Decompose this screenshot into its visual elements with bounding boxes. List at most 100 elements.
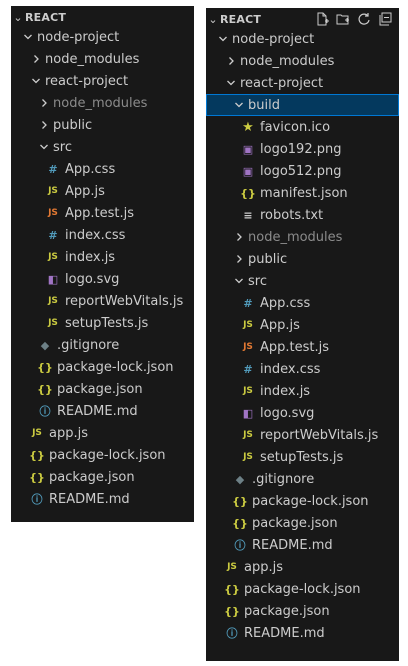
tree-file-row[interactable]: ★ favicon.ico — [206, 116, 399, 138]
tree-folder-row[interactable]: public — [206, 248, 399, 270]
tree-file-row[interactable]: {} package-lock.json — [206, 578, 399, 600]
chevron-right-icon[interactable] — [224, 56, 238, 66]
chevron-down-icon[interactable] — [232, 276, 246, 286]
javascript-file-icon: JS — [48, 296, 58, 306]
chevron-down-icon[interactable] — [37, 142, 51, 152]
tree-item-label: package-lock.json — [244, 581, 361, 597]
collapse-all-icon[interactable] — [377, 11, 393, 27]
section-title: REACT — [220, 12, 262, 26]
tree-file-row[interactable]: {} package-lock.json — [11, 444, 194, 466]
tree-file-row[interactable]: ⓘ README.md — [206, 622, 399, 644]
tree-item-label: node_modules — [45, 51, 140, 67]
tree-file-row[interactable]: {} package.json — [206, 512, 399, 534]
tree-item-label: node_modules — [53, 95, 148, 111]
explorer-section-header[interactable]: ⌄ REACT — [206, 8, 399, 30]
tree-file-row[interactable]: JS setupTests.js — [11, 312, 194, 334]
javascript-file-icon: JS — [32, 428, 42, 438]
tree-file-row[interactable]: JS reportWebVitals.js — [11, 290, 194, 312]
tree-folder-row[interactable]: src — [11, 136, 194, 158]
tree-file-row[interactable]: JS App.test.js — [206, 336, 399, 358]
tree-item-label: App.js — [260, 317, 300, 333]
tree-file-row[interactable]: # index.css — [11, 224, 194, 246]
tree-item-label: README.md — [49, 491, 130, 507]
tree-file-row[interactable]: ⓘ README.md — [11, 400, 194, 422]
css-file-icon: # — [243, 296, 253, 310]
tree-item-label: logo192.png — [260, 141, 342, 157]
tree-item-label: package.json — [57, 381, 143, 397]
tree-file-row[interactable]: JS App.test.js — [11, 202, 194, 224]
tree-folder-row[interactable]: node_modules — [206, 50, 399, 72]
tree-item-label: src — [248, 273, 267, 289]
chevron-down-icon[interactable] — [216, 34, 230, 44]
tree-item-label: logo.svg — [65, 271, 120, 287]
tree-folder-row[interactable]: node_modules — [11, 48, 194, 70]
chevron-down-icon[interactable] — [21, 32, 35, 42]
explorer-section-header[interactable]: ⌄ REACT — [11, 6, 194, 28]
explorer-panel-left: ⌄ REACT node-project node_modules react-pr… — [11, 6, 194, 522]
chevron-right-icon[interactable] — [37, 120, 51, 130]
tree-file-row[interactable]: JS App.js — [206, 314, 399, 336]
tree-file-row[interactable]: ▣ logo192.png — [206, 138, 399, 160]
tree-file-row[interactable]: # App.css — [206, 292, 399, 314]
tree-folder-row[interactable]: build — [206, 94, 399, 116]
tree-item-label: package-lock.json — [49, 447, 166, 463]
tree-file-row[interactable]: {} manifest.json — [206, 182, 399, 204]
chevron-right-icon[interactable] — [232, 232, 246, 242]
tree-file-row[interactable]: JS app.js — [11, 422, 194, 444]
tree-folder-row[interactable]: react-project — [206, 72, 399, 94]
tree-folder-row[interactable]: node-project — [11, 26, 194, 48]
refresh-icon[interactable] — [356, 11, 372, 27]
json-file-icon: {} — [232, 494, 248, 508]
tree-item-label: README.md — [57, 403, 138, 419]
tree-file-row[interactable]: ⓘ README.md — [206, 534, 399, 556]
tree-file-row[interactable]: ◧ logo.svg — [206, 402, 399, 424]
chevron-down-icon[interactable] — [29, 76, 43, 86]
tree-folder-row[interactable]: public — [11, 114, 194, 136]
new-folder-icon[interactable] — [335, 11, 351, 27]
tree-item-label: README.md — [252, 537, 333, 553]
tree-item-label: build — [248, 97, 280, 113]
tree-file-row[interactable]: JS setupTests.js — [206, 446, 399, 468]
tree-file-row[interactable]: JS index.js — [206, 380, 399, 402]
tree-file-row[interactable]: JS reportWebVitals.js — [206, 424, 399, 446]
tree-file-row[interactable]: ⓘ README.md — [11, 488, 194, 510]
tree-file-row[interactable]: JS app.js — [206, 556, 399, 578]
tree-item-label: app.js — [244, 559, 283, 575]
tree-item-label: favicon.ico — [260, 119, 331, 135]
tree-folder-row[interactable]: src — [206, 270, 399, 292]
json-file-icon: {} — [224, 582, 240, 596]
tree-folder-row[interactable]: react-project — [11, 70, 194, 92]
tree-folder-row[interactable]: node_modules — [11, 92, 194, 114]
tree-item-label: package-lock.json — [57, 359, 174, 375]
tree-file-row[interactable]: JS App.js — [11, 180, 194, 202]
tree-item-label: node-project — [37, 29, 120, 45]
tree-file-row[interactable]: ◆ .gitignore — [11, 334, 194, 356]
tree-file-row[interactable]: {} package-lock.json — [11, 356, 194, 378]
new-file-icon[interactable] — [314, 11, 330, 27]
tree-item-label: public — [248, 251, 288, 267]
tree-file-row[interactable]: {} package.json — [206, 600, 399, 622]
tree-file-row[interactable]: ◆ .gitignore — [206, 468, 399, 490]
chevron-right-icon[interactable] — [37, 98, 51, 108]
tree-item-label: App.js — [65, 183, 105, 199]
chevron-right-icon[interactable] — [232, 254, 246, 264]
tree-file-row[interactable]: {} package.json — [11, 466, 194, 488]
json-file-icon: {} — [224, 604, 240, 618]
tree-file-row[interactable]: {} package.json — [11, 378, 194, 400]
chevron-right-icon[interactable] — [29, 54, 43, 64]
git-file-icon: ◆ — [235, 472, 245, 486]
favicon-file-icon: ★ — [242, 119, 254, 135]
tree-file-row[interactable]: ◧ logo.svg — [11, 268, 194, 290]
chevron-down-icon[interactable] — [232, 100, 246, 110]
tree-folder-row[interactable]: node_modules — [206, 226, 399, 248]
chevron-down-icon[interactable] — [224, 78, 238, 88]
tree-folder-row[interactable]: node-project — [206, 28, 399, 50]
tree-file-row[interactable]: # App.css — [11, 158, 194, 180]
tree-file-row[interactable]: JS index.js — [11, 246, 194, 268]
tree-file-row[interactable]: {} package-lock.json — [206, 490, 399, 512]
json-file-icon: {} — [29, 470, 45, 484]
css-file-icon: # — [243, 362, 253, 376]
tree-file-row[interactable]: ≡ robots.txt — [206, 204, 399, 226]
tree-file-row[interactable]: ▣ logo512.png — [206, 160, 399, 182]
tree-file-row[interactable]: # index.css — [206, 358, 399, 380]
